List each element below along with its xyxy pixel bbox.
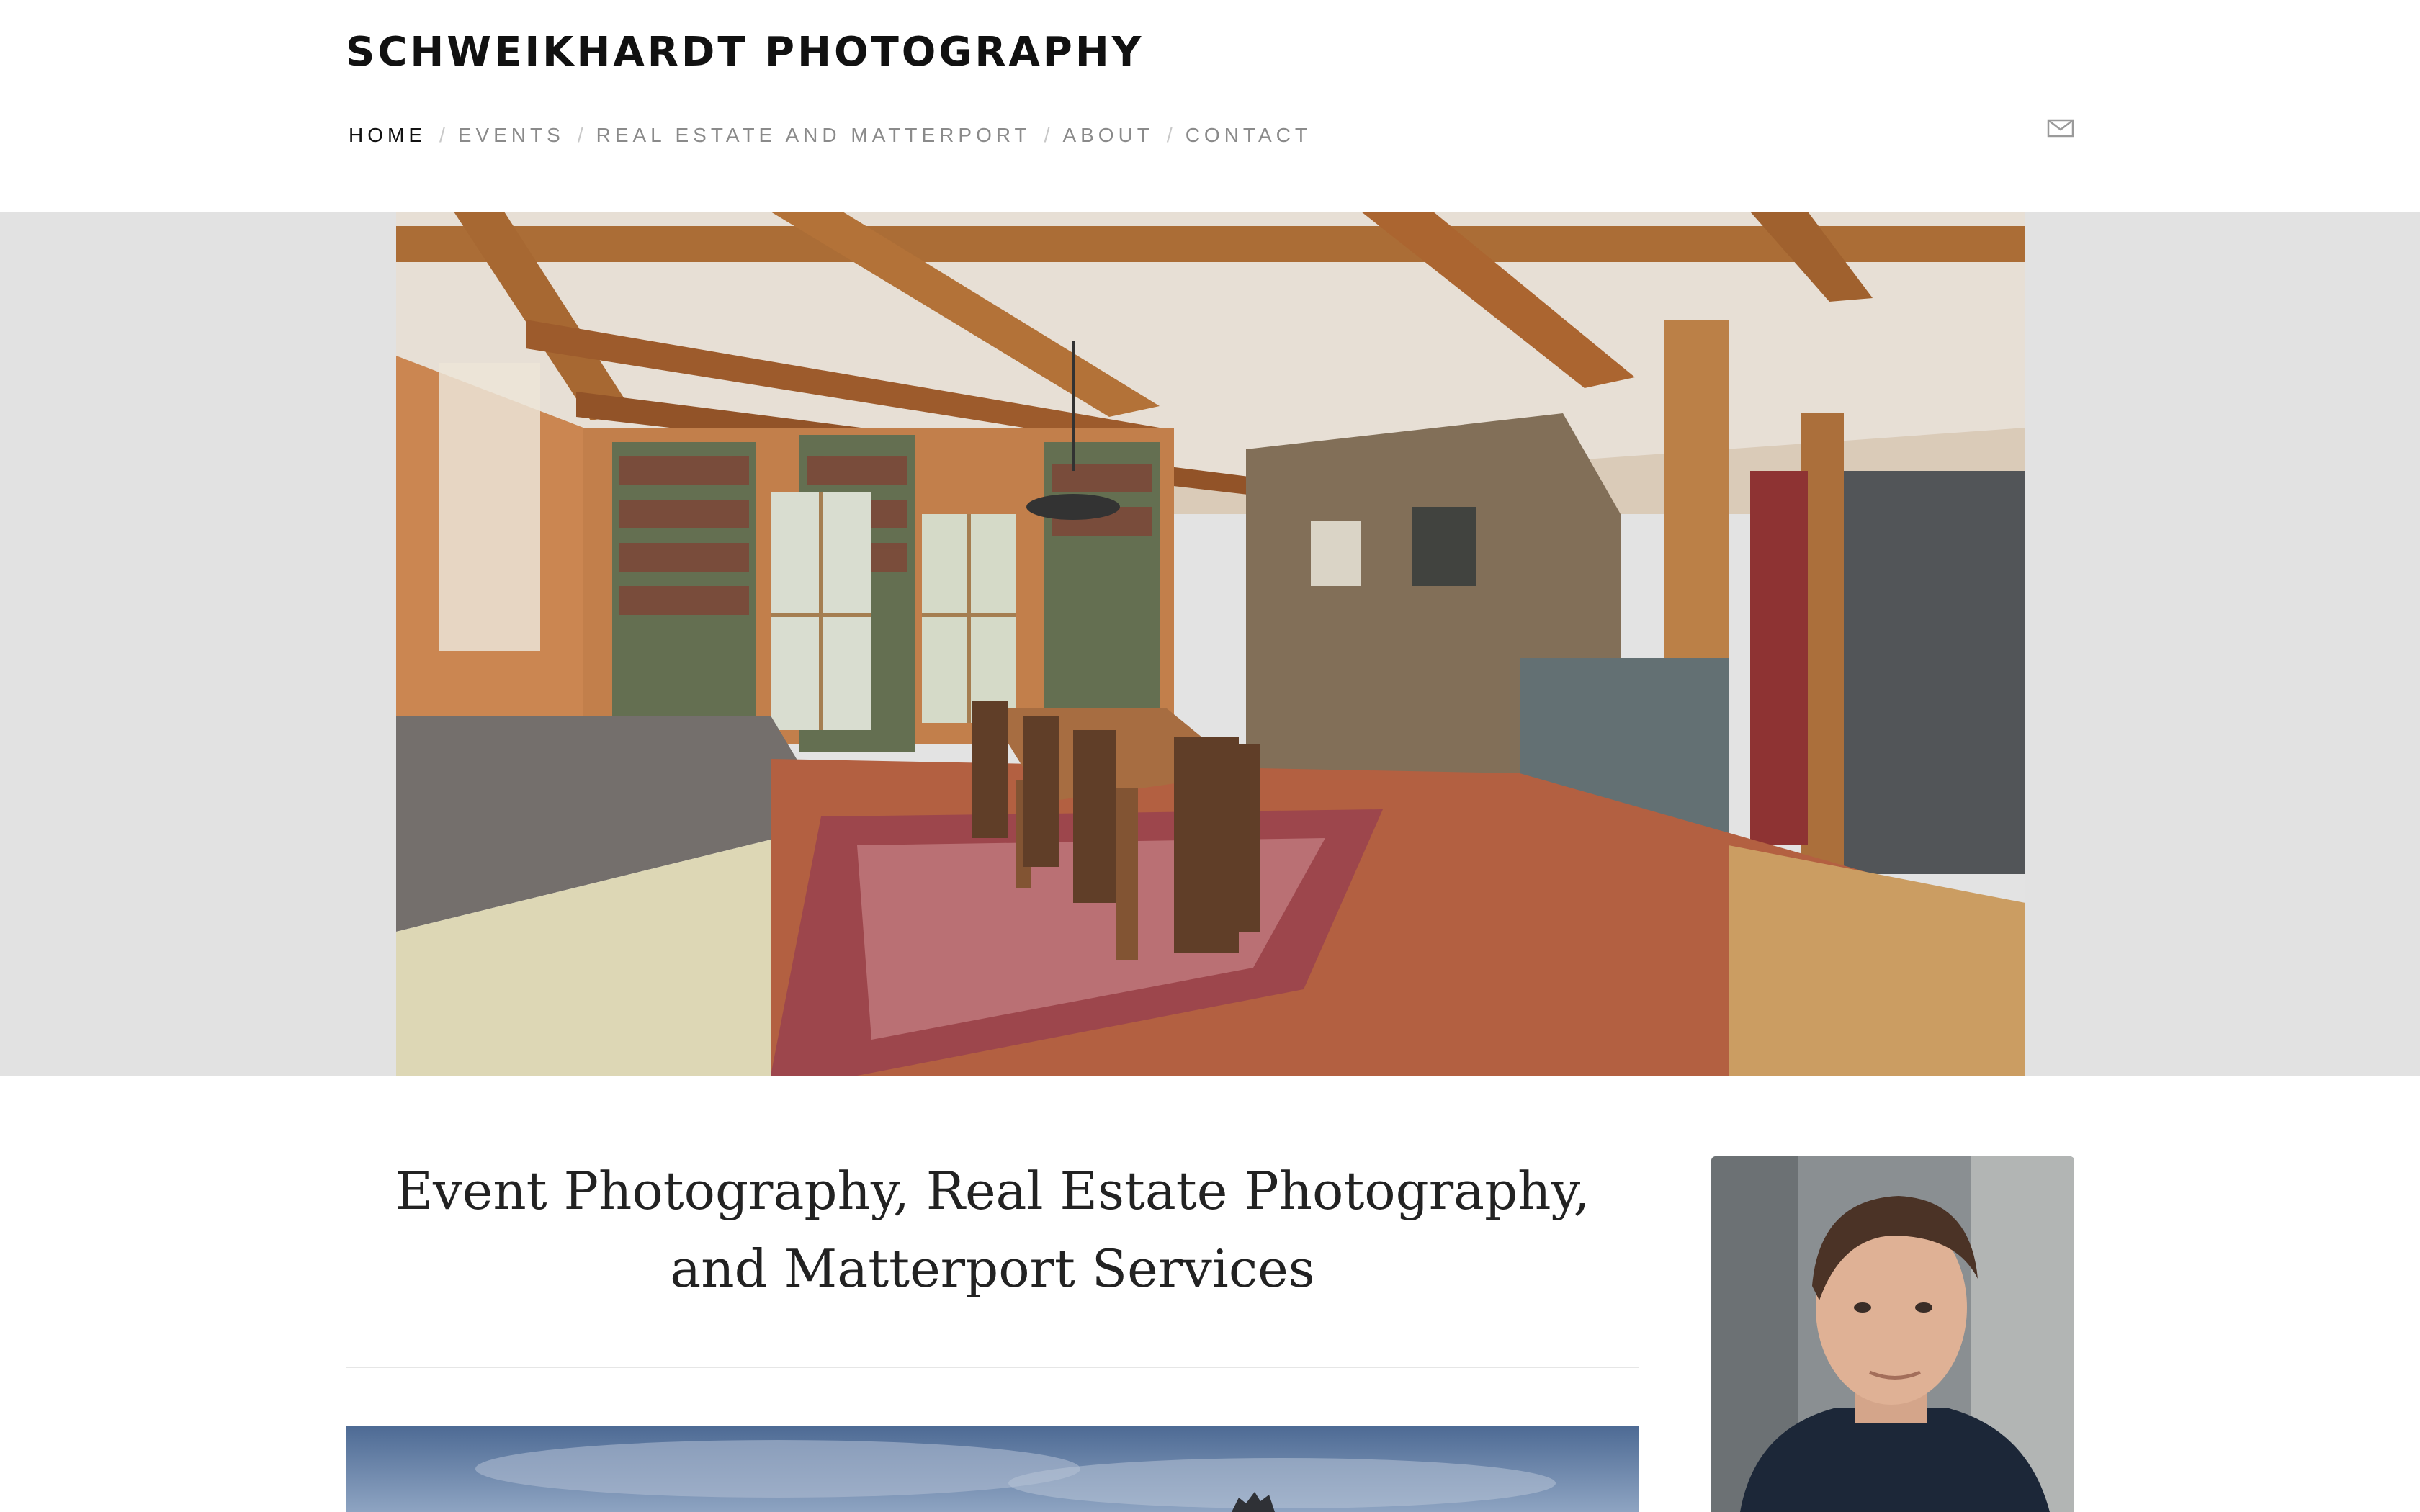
intro-heading: Event Photography, Real Estate Photograp… bbox=[395, 1161, 1590, 1299]
nav-about[interactable]: ABOUT bbox=[1062, 124, 1153, 147]
feature-image bbox=[346, 1426, 1639, 1512]
nav-separator: / bbox=[1166, 124, 1173, 146]
portrait-image bbox=[1711, 1156, 2074, 1512]
nav-real-estate-and-matterport[interactable]: REAL ESTATE AND MATTERPORT bbox=[596, 124, 1031, 147]
main-nav: HOME / EVENTS / REAL ESTATE AND MATTERPO… bbox=[349, 121, 1312, 150]
hero-image bbox=[396, 212, 2025, 1076]
nav-separator: / bbox=[577, 124, 583, 146]
hero-banner bbox=[0, 212, 2420, 1076]
nav-contact[interactable]: CONTACT bbox=[1186, 124, 1312, 147]
mail-icon[interactable] bbox=[2047, 118, 2074, 138]
nav-separator: / bbox=[1044, 124, 1050, 146]
nav-home[interactable]: HOME bbox=[349, 124, 426, 147]
nav-separator: / bbox=[439, 124, 445, 146]
section-divider bbox=[346, 1367, 1639, 1368]
site-title[interactable]: SCHWEIKHARDT PHOTOGRAPHY bbox=[346, 29, 1144, 76]
nav-events[interactable]: EVENTS bbox=[458, 124, 565, 147]
